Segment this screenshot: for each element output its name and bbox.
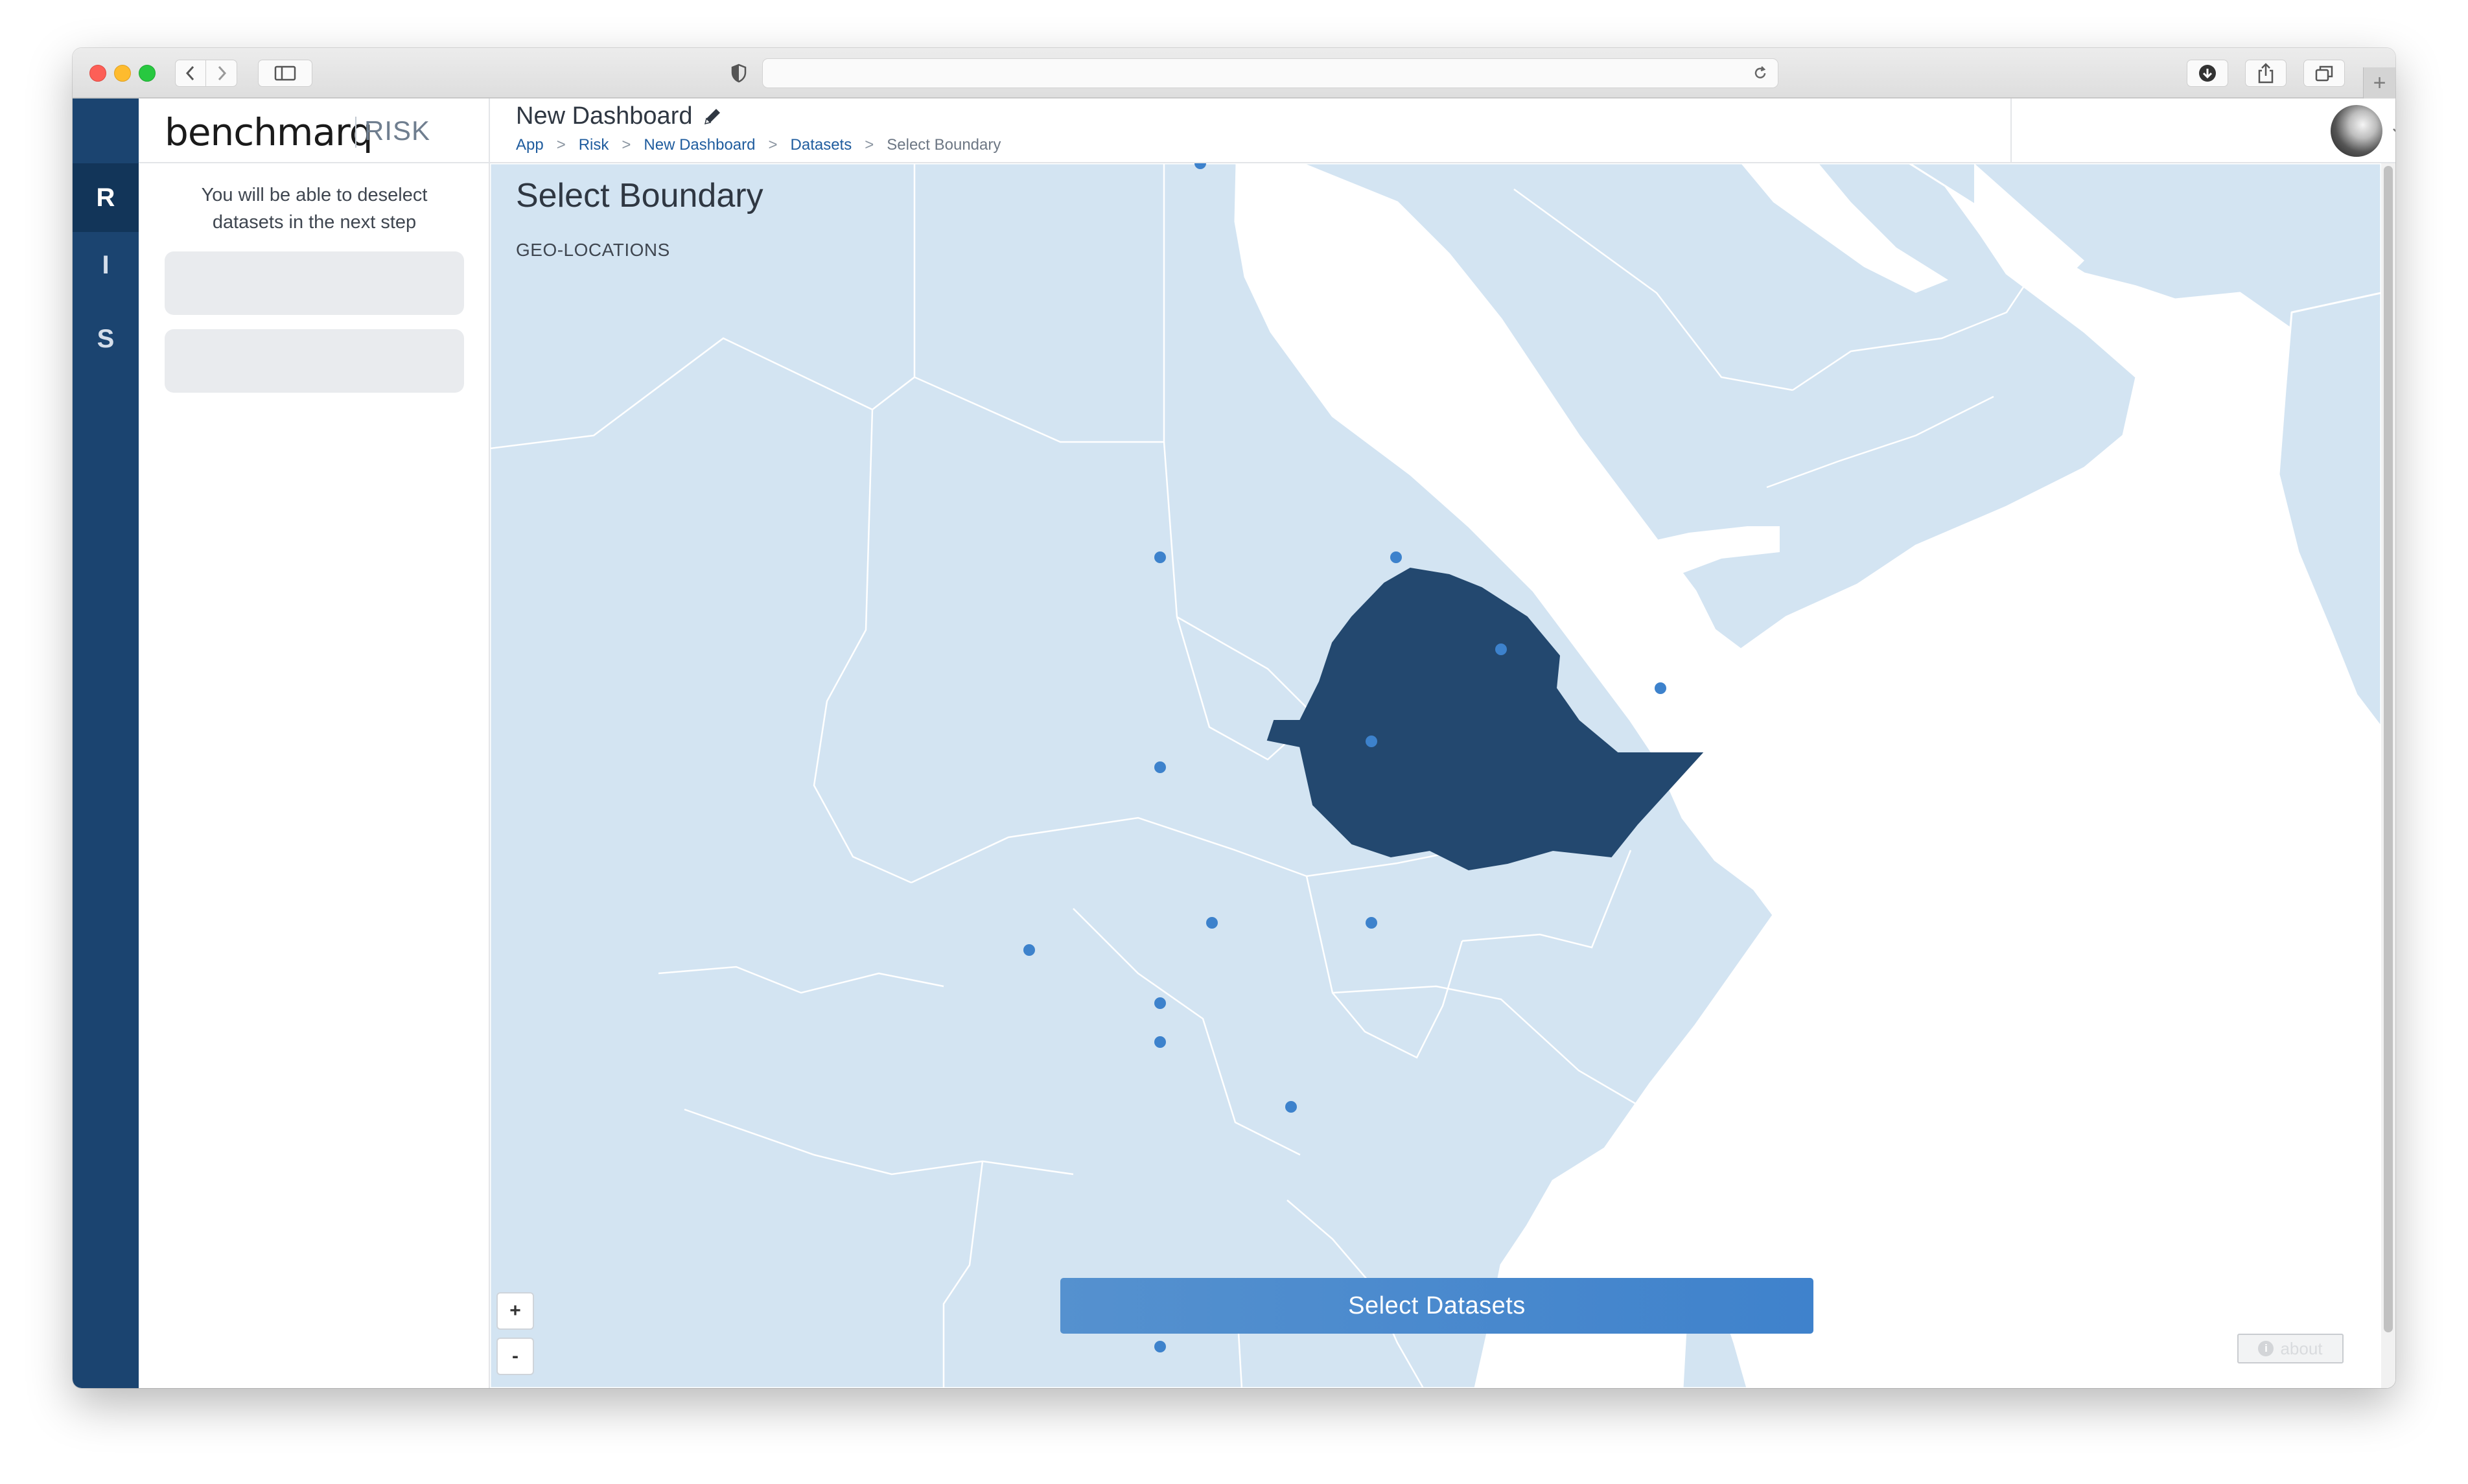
marker-dot[interactable] — [1023, 944, 1035, 956]
rail-item-insights[interactable]: I — [73, 231, 139, 299]
zoom-out-button[interactable]: - — [496, 1338, 534, 1375]
back-icon — [185, 65, 194, 81]
dashboard-title[interactable]: New Dashboard — [516, 102, 723, 130]
about-button[interactable]: i about — [2237, 1334, 2344, 1363]
marker-dot[interactable] — [1285, 1101, 1297, 1113]
marker-dot[interactable] — [1154, 551, 1166, 563]
breadcrumb-separator: > — [768, 136, 778, 154]
browser-toolbar: + — [73, 48, 2395, 99]
brand-name: benchmarq — [165, 110, 373, 154]
share-icon — [2258, 63, 2274, 84]
close-window-button[interactable] — [89, 65, 106, 82]
shield-icon — [731, 64, 747, 83]
brand-logo[interactable]: benchmarq RISK — [139, 99, 490, 163]
breadcrumb-new-dashboard[interactable]: New Dashboard — [644, 136, 755, 154]
brand-divider — [355, 117, 356, 148]
sidebar-icon — [274, 65, 296, 81]
browser-window: + R I S benchmarq RISK You will be able … — [73, 48, 2395, 1388]
marker-dot[interactable] — [1154, 997, 1166, 1009]
marker-dot[interactable] — [1154, 1341, 1166, 1352]
page-title: Select Boundary — [516, 177, 763, 214]
minimize-window-button[interactable] — [114, 65, 131, 82]
header-divider — [2010, 99, 2012, 163]
breadcrumb-risk[interactable]: Risk — [579, 136, 609, 154]
plus-icon: + — [2373, 70, 2386, 95]
pencil-icon[interactable] — [701, 106, 723, 128]
breadcrumb: App > Risk > New Dashboard > Datasets > … — [516, 136, 1001, 154]
marker-dot[interactable] — [1206, 917, 1218, 929]
downloads-button[interactable] — [2187, 60, 2228, 87]
left-panel: benchmarq RISK You will be able to desel… — [139, 99, 490, 1388]
app: R I S benchmarq RISK You will be able to… — [73, 99, 2395, 1388]
about-label: about — [2280, 1338, 2323, 1358]
module-rail: R I S — [73, 99, 139, 1388]
marker-dot[interactable] — [1366, 917, 1377, 929]
new-tab-button[interactable]: + — [2363, 67, 2395, 99]
back-button[interactable] — [175, 60, 206, 87]
marker-dot[interactable] — [1154, 1036, 1166, 1048]
header: New Dashboard App > Risk > New Dashboard… — [490, 99, 2395, 163]
india-landmass — [2277, 292, 2381, 728]
share-button[interactable] — [2245, 60, 2287, 87]
vertical-scrollbar[interactable] — [2381, 163, 2395, 1388]
download-icon — [2199, 65, 2216, 82]
breadcrumb-select-boundary: Select Boundary — [887, 136, 1001, 154]
rail-item-settings[interactable]: S — [73, 305, 139, 373]
breadcrumb-separator: > — [556, 136, 566, 154]
marker-dot[interactable] — [1655, 682, 1666, 694]
scrollbar-thumb[interactable] — [2384, 166, 2393, 1332]
forward-icon — [218, 65, 226, 81]
zoom-in-button[interactable]: + — [496, 1292, 534, 1330]
map-canvas[interactable] — [490, 163, 2381, 1388]
geo-locations-label: GEO-LOCATIONS — [516, 240, 670, 260]
marker-dot[interactable] — [1390, 551, 1402, 563]
chevron-down-icon[interactable] — [2390, 123, 2395, 139]
marker-dot[interactable] — [1366, 736, 1377, 747]
dataset-placeholder — [165, 329, 464, 393]
dashboard-title-text: New Dashboard — [516, 102, 693, 130]
breadcrumb-app[interactable]: App — [516, 136, 544, 154]
info-icon: i — [2258, 1341, 2274, 1356]
reload-icon[interactable] — [1752, 65, 1769, 82]
breadcrumb-datasets[interactable]: Datasets — [791, 136, 852, 154]
brand-product: RISK — [364, 115, 431, 146]
marker-dot[interactable] — [1495, 643, 1507, 655]
rail-item-risk[interactable]: R — [73, 163, 139, 232]
forward-button[interactable] — [206, 60, 237, 87]
marker-dot[interactable] — [1154, 761, 1166, 773]
address-bar[interactable] — [762, 58, 1778, 88]
deselect-hint: You will be able to deselect datasets in… — [201, 185, 428, 233]
breadcrumb-separator: > — [622, 136, 631, 154]
map[interactable]: Select Boundary GEO-LOCATIONS + - Select… — [490, 163, 2381, 1388]
select-datasets-button[interactable]: Select Datasets — [1060, 1278, 1813, 1334]
privacy-button[interactable] — [721, 60, 757, 87]
tabs-icon — [2315, 65, 2333, 82]
sidebar-toggle-button[interactable] — [258, 60, 312, 87]
dataset-placeholder — [165, 251, 464, 315]
breadcrumb-separator: > — [865, 136, 874, 154]
avatar[interactable] — [2331, 105, 2382, 157]
maximize-window-button[interactable] — [139, 65, 156, 82]
tab-overview-button[interactable] — [2303, 60, 2345, 87]
